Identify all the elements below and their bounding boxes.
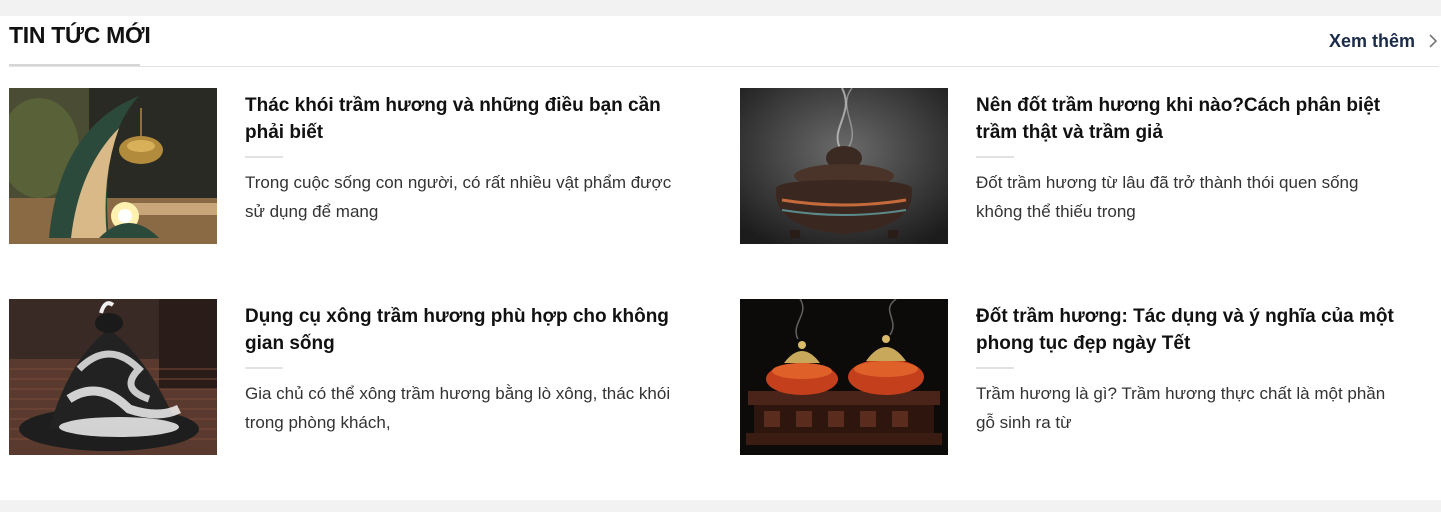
news-section: TIN TỨC MỚI Xem thêm Thác khói trầm hươn…: [0, 16, 1441, 500]
section-header: TIN TỨC MỚI Xem thêm: [9, 16, 1439, 67]
news-card: Đốt trầm hương: Tác dụng và ý nghĩa của …: [740, 299, 1440, 455]
see-more-label: Xem thêm: [1328, 30, 1415, 51]
article-title[interactable]: Thác khói trầm hương và những điều bạn c…: [245, 92, 675, 146]
title-divider: [976, 156, 1014, 158]
article-excerpt: Trầm hương là gì? Trầm hương thực chất l…: [976, 384, 1386, 432]
news-card: Nên đốt trầm hương khi nào?Cách phân biệ…: [740, 88, 1440, 244]
article-thumbnail-backflow-burner[interactable]: [9, 299, 217, 455]
section-title: TIN TỨC MỚI: [9, 22, 151, 48]
article-excerpt: Trong cuộc sống con người, có rất nhiều …: [245, 173, 672, 221]
article-thumbnail-incense-waterfall[interactable]: [9, 88, 217, 244]
article-title[interactable]: Đốt trầm hương: Tác dụng và ý nghĩa của …: [976, 303, 1406, 357]
article-excerpt: Đốt trầm hương từ lâu đã trở thành thói …: [976, 173, 1359, 221]
news-card: Thác khói trầm hương và những điều bạn c…: [9, 88, 709, 244]
see-more-link[interactable]: Xem thêm: [1329, 28, 1439, 54]
article-excerpt: Gia chủ có thể xông trầm hương bằng lò x…: [245, 384, 671, 432]
chevron-right-icon: [1427, 34, 1439, 48]
article-title[interactable]: Nên đốt trầm hương khi nào?Cách phân biệ…: [976, 92, 1406, 146]
title-divider: [245, 156, 283, 158]
article-thumbnail-tet-burners[interactable]: [740, 299, 948, 455]
news-card: Dụng cụ xông trầm hương phù hợp cho khôn…: [9, 299, 709, 455]
title-underline: [9, 64, 140, 66]
article-title[interactable]: Dụng cụ xông trầm hương phù hợp cho khôn…: [245, 303, 675, 357]
article-thumbnail-incense-burner[interactable]: [740, 88, 948, 244]
title-divider: [245, 367, 283, 369]
title-divider: [976, 367, 1014, 369]
